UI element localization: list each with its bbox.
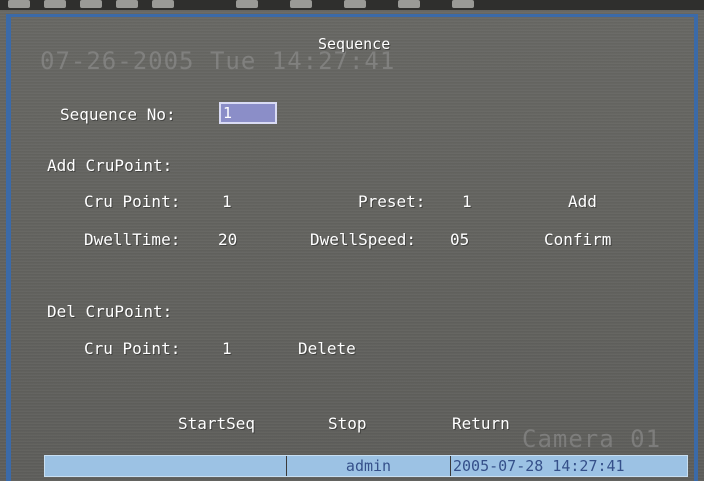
delete-button[interactable]: Delete [298, 339, 356, 359]
frame-right [694, 14, 698, 481]
dwell-speed-label: DwellSpeed: [310, 230, 416, 249]
add-cru-point-field[interactable]: 1 [222, 192, 232, 212]
frame-left [6, 14, 11, 481]
menu-title: Sequence [318, 35, 391, 53]
del-crupoint-heading: Del CruPoint: [47, 302, 173, 321]
add-button[interactable]: Add [568, 192, 597, 212]
sequence-no-value: 1 [223, 104, 233, 122]
add-crupoint-heading: Add CruPoint: [47, 156, 173, 175]
preset-label: Preset: [358, 192, 426, 211]
sequence-no-label: Sequence No: [60, 105, 176, 124]
start-seq-button[interactable]: StartSeq [178, 414, 255, 434]
dwell-time-label: DwellTime: [84, 230, 181, 249]
del-cru-point-field[interactable]: 1 [222, 339, 232, 359]
status-datetime: 2005-07-28 14:27:41 [453, 457, 625, 475]
confirm-button[interactable]: Confirm [544, 230, 611, 250]
return-button[interactable]: Return [452, 414, 510, 434]
dwell-time-field[interactable]: 20 [218, 230, 237, 250]
stop-button[interactable]: Stop [328, 414, 367, 434]
camera-overlay: Camera 01 [522, 425, 662, 453]
sequence-no-input[interactable]: 1 [219, 102, 277, 124]
dvr-screen: 07-26-2005 Tue 14:27:41 Camera 01 Sequen… [0, 0, 704, 481]
dwell-speed-field[interactable]: 05 [450, 230, 469, 250]
del-cru-point-label: Cru Point: [84, 339, 181, 358]
status-user: admin [345, 457, 392, 475]
frame-top [6, 14, 698, 17]
add-cru-point-label: Cru Point: [84, 192, 181, 211]
preset-field[interactable]: 1 [462, 192, 472, 212]
status-bar: admin 2005-07-28 14:27:41 [44, 455, 688, 477]
top-strip [0, 0, 704, 10]
status-separator [450, 456, 451, 476]
